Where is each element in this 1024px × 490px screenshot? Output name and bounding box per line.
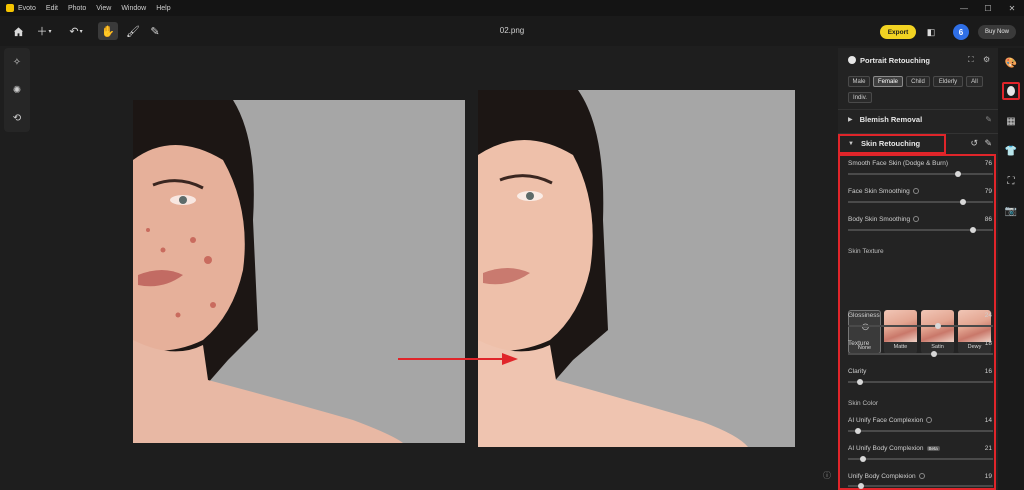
crop-icon[interactable]: ⛶ xyxy=(1002,172,1020,190)
texture-matte[interactable]: Matte xyxy=(884,310,917,354)
info-icon[interactable] xyxy=(912,188,919,195)
slider-value: 79 xyxy=(984,188,992,195)
chip-male[interactable]: Male xyxy=(848,76,870,87)
fit-icon[interactable]: ⛶ xyxy=(968,55,974,65)
slider-value: 21 xyxy=(984,445,992,452)
settings-icon[interactable]: ⚙ xyxy=(983,55,990,64)
texture-label: Matte xyxy=(893,344,908,350)
info-icon[interactable] xyxy=(913,216,920,223)
sun-icon[interactable]: ✺ xyxy=(4,80,30,100)
file-name: 02.png xyxy=(499,26,525,35)
edit-icon[interactable]: ✎ xyxy=(984,138,992,149)
menu-window[interactable]: Window xyxy=(121,5,146,12)
info-icon[interactable] xyxy=(918,473,925,480)
glossiness-slider[interactable] xyxy=(848,323,993,329)
chip-elderly[interactable]: Elderly xyxy=(933,76,963,87)
camera-icon[interactable]: 📷 xyxy=(1002,202,1020,220)
slider-label: AI Unify Face Complexion xyxy=(848,417,933,424)
slider-thumb[interactable] xyxy=(856,379,863,385)
slider-value: 19 xyxy=(984,473,992,480)
compare-icon[interactable]: ◧ xyxy=(924,25,938,39)
portrait-retouching-panel: Portrait Retouching ⛶ ⚙ Male Female Chil… xyxy=(838,48,998,490)
arrow-icon xyxy=(398,353,518,365)
evoto-logo-icon xyxy=(6,4,14,12)
photo-after xyxy=(478,90,795,447)
skin-texture-heading: Skin Texture xyxy=(848,248,884,255)
highlight-box-skin-header xyxy=(838,134,946,154)
menu-edit[interactable]: Edit xyxy=(46,5,58,12)
face-icon[interactable] xyxy=(1002,82,1020,100)
texture-slider[interactable] xyxy=(848,351,993,357)
slider-thumb[interactable] xyxy=(930,351,937,357)
ai-unify-body-complexion-slider[interactable] xyxy=(848,456,993,462)
body-skin-smoothing-slider[interactable] xyxy=(848,227,993,233)
reset-icon[interactable]: ↺ xyxy=(970,138,978,149)
photo-before xyxy=(133,100,465,443)
minimize-button[interactable]: — xyxy=(952,0,976,16)
maximize-button[interactable]: ☐ xyxy=(976,0,1000,16)
unify-body-complexion-slider[interactable] xyxy=(848,483,993,489)
menu-evoto[interactable]: Evoto xyxy=(18,5,36,12)
ai-unify-face-complexion-slider[interactable] xyxy=(848,428,993,434)
background-icon[interactable]: ▦ xyxy=(1002,112,1020,130)
auto-enhance-icon[interactable]: ✧ xyxy=(4,52,30,72)
history-icon[interactable]: ⟲ xyxy=(4,108,30,128)
slider-label: Texture xyxy=(848,340,870,347)
slider-label: Face Skin Smoothing xyxy=(848,188,919,195)
close-button[interactable]: ✕ xyxy=(1000,0,1024,16)
buy-now-button[interactable]: Buy Now xyxy=(978,25,1016,39)
beta-badge: Beta xyxy=(926,445,940,451)
slider-label: Glossiness xyxy=(848,312,880,319)
slider-label: Body Skin Smoothing xyxy=(848,216,920,223)
slider-value: 18 xyxy=(984,340,992,347)
info-icon[interactable] xyxy=(926,417,933,424)
slider-label: Unify Body Complexion xyxy=(848,473,925,480)
slider-thumb[interactable] xyxy=(859,456,866,462)
slider-thumb[interactable] xyxy=(934,323,941,329)
face-icon xyxy=(848,56,856,64)
export-button[interactable]: Export xyxy=(880,25,916,39)
menu-photo[interactable]: Photo xyxy=(68,5,86,12)
clarity-slider[interactable] xyxy=(848,379,993,385)
chip-female[interactable]: Female xyxy=(873,76,903,87)
slider-thumb[interactable] xyxy=(959,199,966,205)
chip-child[interactable]: Child xyxy=(906,76,930,87)
menu-bar: Evoto Edit Photo View Window Help xyxy=(0,0,1024,16)
slider-label: Clarity xyxy=(848,368,867,375)
menu-help[interactable]: Help xyxy=(156,5,170,12)
smooth-face-skin-slider[interactable] xyxy=(848,171,993,177)
menu-view[interactable]: View xyxy=(96,5,111,12)
slider-value: 16 xyxy=(984,368,992,375)
texture-satin[interactable]: Satin xyxy=(921,310,954,354)
face-skin-smoothing-slider[interactable] xyxy=(848,199,993,205)
skin-color-heading: Skin Color xyxy=(848,400,878,407)
blemish-removal-row[interactable]: ▶ Blemish Removal ✎ xyxy=(838,109,998,129)
slider-value: 24 xyxy=(984,312,992,319)
slider-value: 76 xyxy=(984,160,992,167)
chip-indiv[interactable]: Indiv. xyxy=(848,92,872,103)
avatar[interactable]: 6 xyxy=(953,24,969,40)
slider-thumb[interactable] xyxy=(969,227,976,233)
slider-label: Smooth Face Skin (Dodge & Burn) xyxy=(848,160,949,167)
chip-all[interactable]: All xyxy=(966,76,983,87)
slider-value: 86 xyxy=(984,216,992,223)
clothing-icon[interactable]: 👕 xyxy=(1002,142,1020,160)
left-tool-panel: ✧ ✺ ⟲ xyxy=(4,48,30,132)
slider-label: AI Unify Body Complexion Beta xyxy=(848,445,940,452)
window-controls: — ☐ ✕ xyxy=(952,0,1024,16)
info-icon[interactable]: ⓘ xyxy=(823,470,831,481)
chevron-right-icon: ▶ xyxy=(848,117,853,123)
slider-thumb[interactable] xyxy=(858,483,865,489)
palette-icon[interactable]: 🎨 xyxy=(1002,54,1020,72)
edit-icon[interactable]: ✎ xyxy=(985,115,992,124)
texture-label: Satin xyxy=(931,344,944,350)
blemish-removal-label: Blemish Removal xyxy=(859,115,923,124)
right-icon-bar: 🎨 ▦ 👕 ⛶ 📷 xyxy=(998,48,1024,490)
panel-title: Portrait Retouching xyxy=(860,56,931,65)
slider-value: 14 xyxy=(984,417,992,424)
